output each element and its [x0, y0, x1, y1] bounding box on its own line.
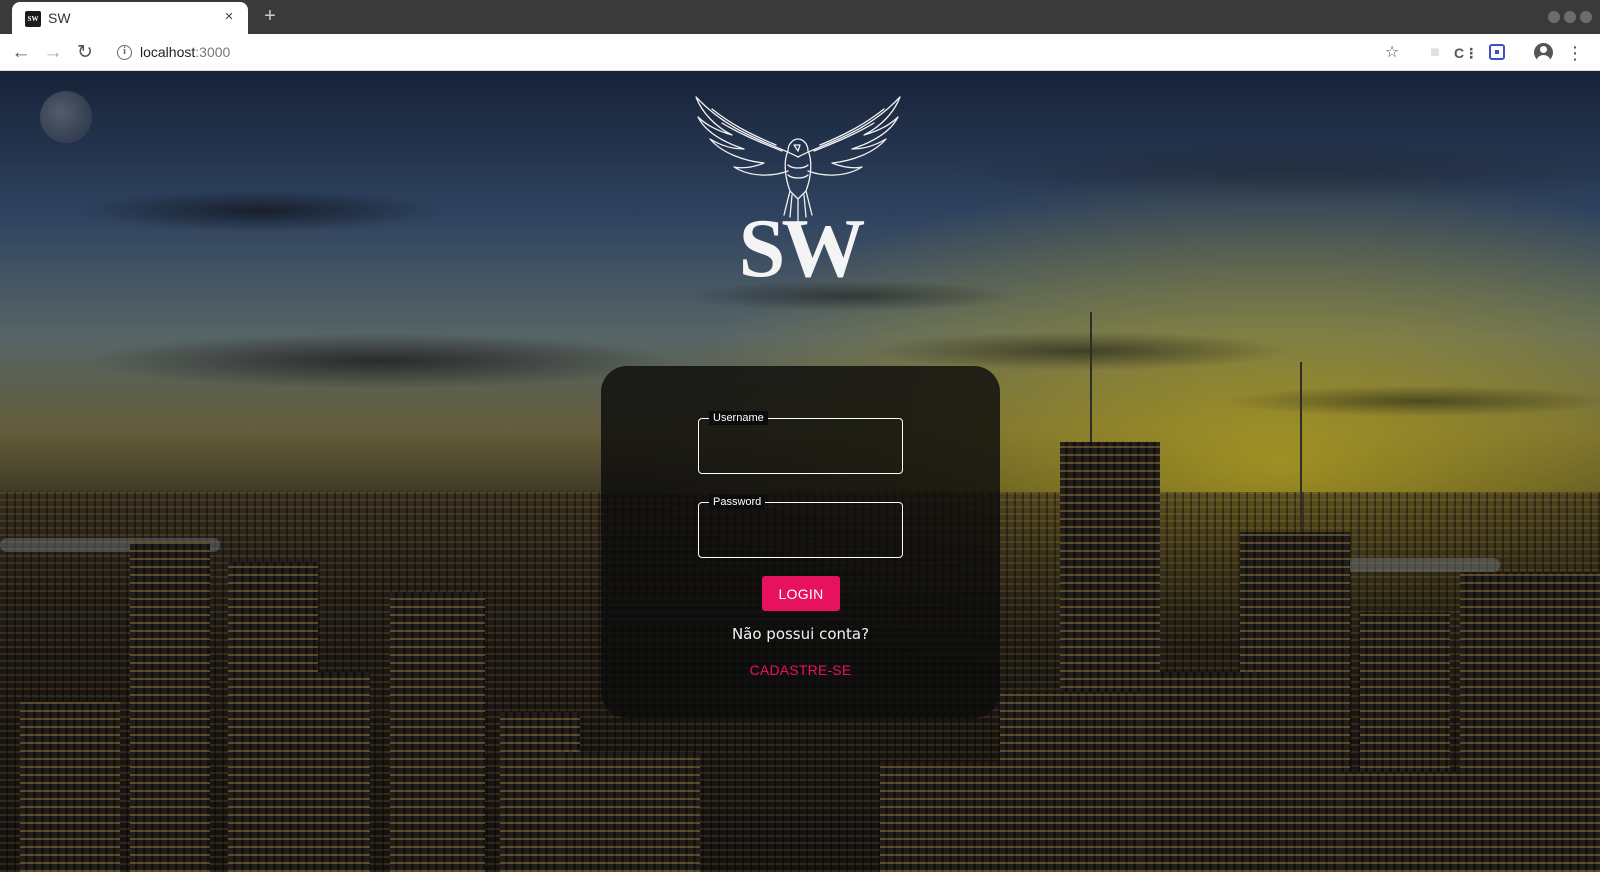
reload-icon[interactable]: ↻ — [72, 40, 98, 66]
account-circle-icon[interactable] — [1534, 43, 1553, 62]
logo-text: SW — [738, 202, 866, 295]
page-viewport: SW Username Password LOGIN Não possui co… — [0, 71, 1600, 872]
forward-arrow-icon[interactable]: → — [40, 40, 66, 66]
url-port: :3000 — [195, 44, 231, 60]
back-arrow-icon[interactable]: ← — [8, 40, 34, 66]
cast-icon[interactable]: C⋮ — [1454, 41, 1478, 65]
no-account-text: Não possui conta? — [731, 625, 870, 643]
browser-tab-strip: SW SW × + — [0, 0, 1600, 34]
tab-close-icon[interactable]: × — [220, 8, 238, 26]
favicon-icon: SW — [25, 11, 41, 27]
minimize-button[interactable] — [1548, 11, 1560, 23]
window-controls — [1548, 11, 1592, 23]
tab-title: SW — [48, 10, 71, 26]
new-tab-button[interactable]: + — [259, 5, 281, 27]
password-field[interactable]: Password — [698, 495, 903, 558]
kebab-menu-icon[interactable]: ⋮ — [1563, 41, 1587, 65]
url-host: localhost — [140, 44, 196, 60]
screen-capture-icon[interactable] — [1489, 44, 1505, 60]
browser-tab[interactable]: SW SW × — [12, 2, 248, 34]
browser-toolbar: ← → ↻ i localhost:3000 ☆ ■ C⋮ ⋮ — [0, 34, 1600, 71]
extension-icon[interactable]: ■ — [1423, 41, 1447, 65]
password-input[interactable] — [699, 503, 902, 557]
address-bar[interactable]: localhost:3000 — [140, 44, 230, 60]
login-button[interactable]: LOGIN — [762, 576, 840, 611]
close-window-button[interactable] — [1580, 11, 1592, 23]
info-icon[interactable]: i — [117, 45, 132, 60]
username-field[interactable]: Username — [698, 411, 903, 474]
star-icon[interactable]: ☆ — [1380, 41, 1404, 65]
signup-link[interactable]: CADASTRE-SE — [601, 662, 1000, 678]
maximize-button[interactable] — [1564, 11, 1576, 23]
login-card: Username Password LOGIN Não possui conta… — [601, 366, 1000, 718]
username-input[interactable] — [699, 419, 902, 473]
